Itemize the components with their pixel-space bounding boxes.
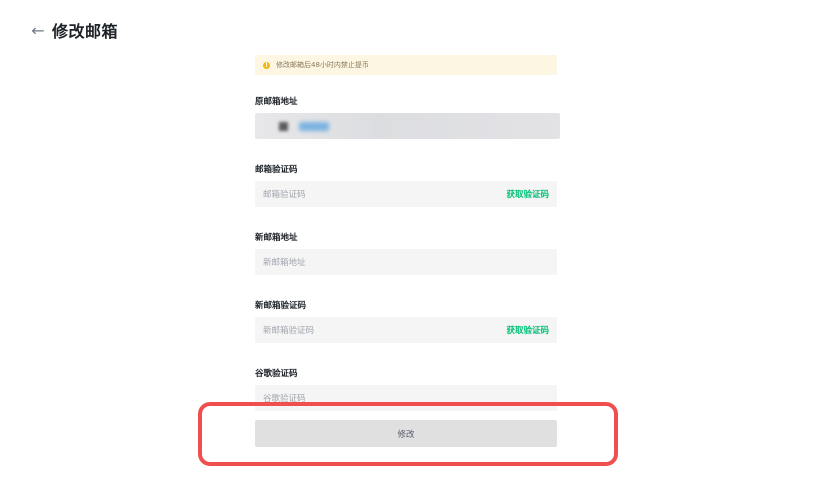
email-code-label: 邮箱验证码 <box>255 165 298 175</box>
google-code-placeholder: 谷歌验证码 <box>263 394 306 404</box>
new-email-code-field[interactable]: 新邮箱验证码 获取验证码 <box>255 317 557 343</box>
new-email-code-placeholder: 新邮箱验证码 <box>263 326 315 336</box>
new-email-placeholder: 新邮箱地址 <box>263 258 306 268</box>
new-email-code-label: 新邮箱验证码 <box>255 301 307 311</box>
page-header: ← 修改邮箱 <box>30 18 118 42</box>
get-email-code-button[interactable]: 获取验证码 <box>506 188 549 200</box>
email-code-field[interactable]: 邮箱验证码 获取验证码 <box>255 181 557 207</box>
get-new-email-code-button[interactable]: 获取验证码 <box>506 324 549 336</box>
email-code-placeholder: 邮箱验证码 <box>263 190 306 200</box>
original-email-label: 原邮箱地址 <box>255 97 298 107</box>
arrow-left-icon[interactable]: ← <box>30 21 46 40</box>
page-title: 修改邮箱 <box>52 22 119 41</box>
google-code-field[interactable]: 谷歌验证码 <box>255 385 557 411</box>
warning-icon: ! <box>263 61 270 69</box>
submit-button[interactable]: 修改 <box>255 420 557 447</box>
google-code-label: 谷歌验证码 <box>255 369 298 379</box>
change-email-form: ! 修改邮箱后48小时内禁止提币 原邮箱地址 邮箱验证码 邮箱验证码 获取验证码… <box>255 55 560 411</box>
new-email-field[interactable]: 新邮箱地址 <box>255 249 557 275</box>
new-email-label: 新邮箱地址 <box>255 233 298 243</box>
warning-notice: ! 修改邮箱后48小时内禁止提币 <box>255 55 557 75</box>
notice-text: 修改邮箱后48小时内禁止提币 <box>276 61 369 69</box>
original-email-value <box>255 113 560 139</box>
